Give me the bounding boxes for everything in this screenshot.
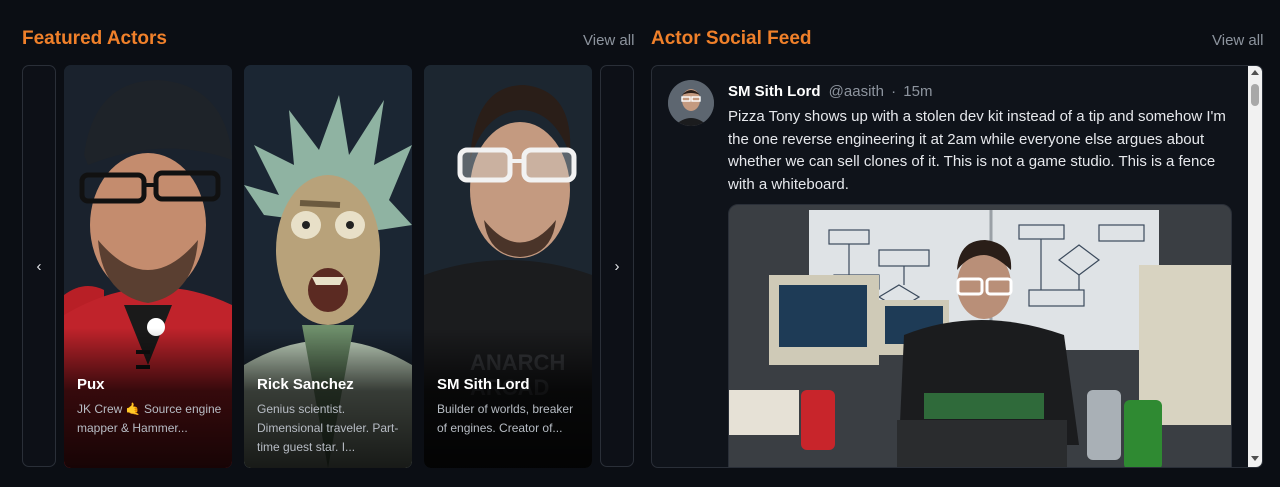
carousel-prev-button[interactable]: ‹ [22, 65, 56, 467]
avatar-image [668, 80, 714, 126]
carousel-next-button[interactable]: › [600, 65, 634, 467]
actor-bio: JK Crew 🤙 Source engine mapper & Hammer.… [77, 402, 222, 435]
chevron-left-icon: ‹ [36, 257, 42, 275]
post-image[interactable] [728, 204, 1232, 467]
scroll-down-arrow-icon[interactable] [1251, 456, 1259, 461]
scrollbar-thumb[interactable] [1251, 84, 1259, 106]
card-shade [424, 328, 592, 468]
chevron-right-icon: › [614, 257, 620, 275]
post-timestamp: 15m [903, 83, 933, 100]
actor-social-feed-title: Actor Social Feed [651, 28, 812, 49]
actor-name: Pux [77, 376, 105, 393]
actor-card-sm-sith-lord[interactable]: ANARCH ARCAD SM Sith Lord Builder of wor… [424, 65, 592, 468]
actor-card-pux[interactable]: Pux JK Crew 🤙 Source engine mapper & Ham… [64, 65, 232, 468]
post-author-handle[interactable]: @aasith [829, 83, 884, 100]
actor-bio: Genius scientist. Dimensional traveler. … [257, 402, 399, 454]
featured-view-all-link[interactable]: View all [583, 32, 634, 49]
featured-actors-title: Featured Actors [22, 28, 167, 49]
actor-name: Rick Sanchez [257, 376, 354, 393]
feed-scrollbar[interactable] [1248, 66, 1262, 467]
feed-view-all-link[interactable]: View all [1212, 32, 1263, 49]
post-author-name[interactable]: SM Sith Lord [728, 83, 821, 100]
post-separator: · [891, 83, 897, 100]
social-feed-panel: SM Sith Lord @aasith · 15m Pizza Tony sh… [651, 65, 1263, 468]
post-photo [729, 205, 1231, 467]
post-author-avatar[interactable] [668, 80, 714, 126]
post-body-text: Pizza Tony shows up with a stolen dev ki… [728, 108, 1226, 193]
card-shade [64, 328, 232, 468]
actor-bio: Builder of worlds, breaker of engines. C… [437, 402, 574, 435]
post-header: SM Sith Lord @aasith · 15m [728, 83, 932, 100]
scroll-up-arrow-icon[interactable] [1251, 70, 1259, 75]
actor-card-rick-sanchez[interactable]: Rick Sanchez Genius scientist. Dimension… [244, 65, 412, 468]
actor-name: SM Sith Lord [437, 376, 530, 393]
